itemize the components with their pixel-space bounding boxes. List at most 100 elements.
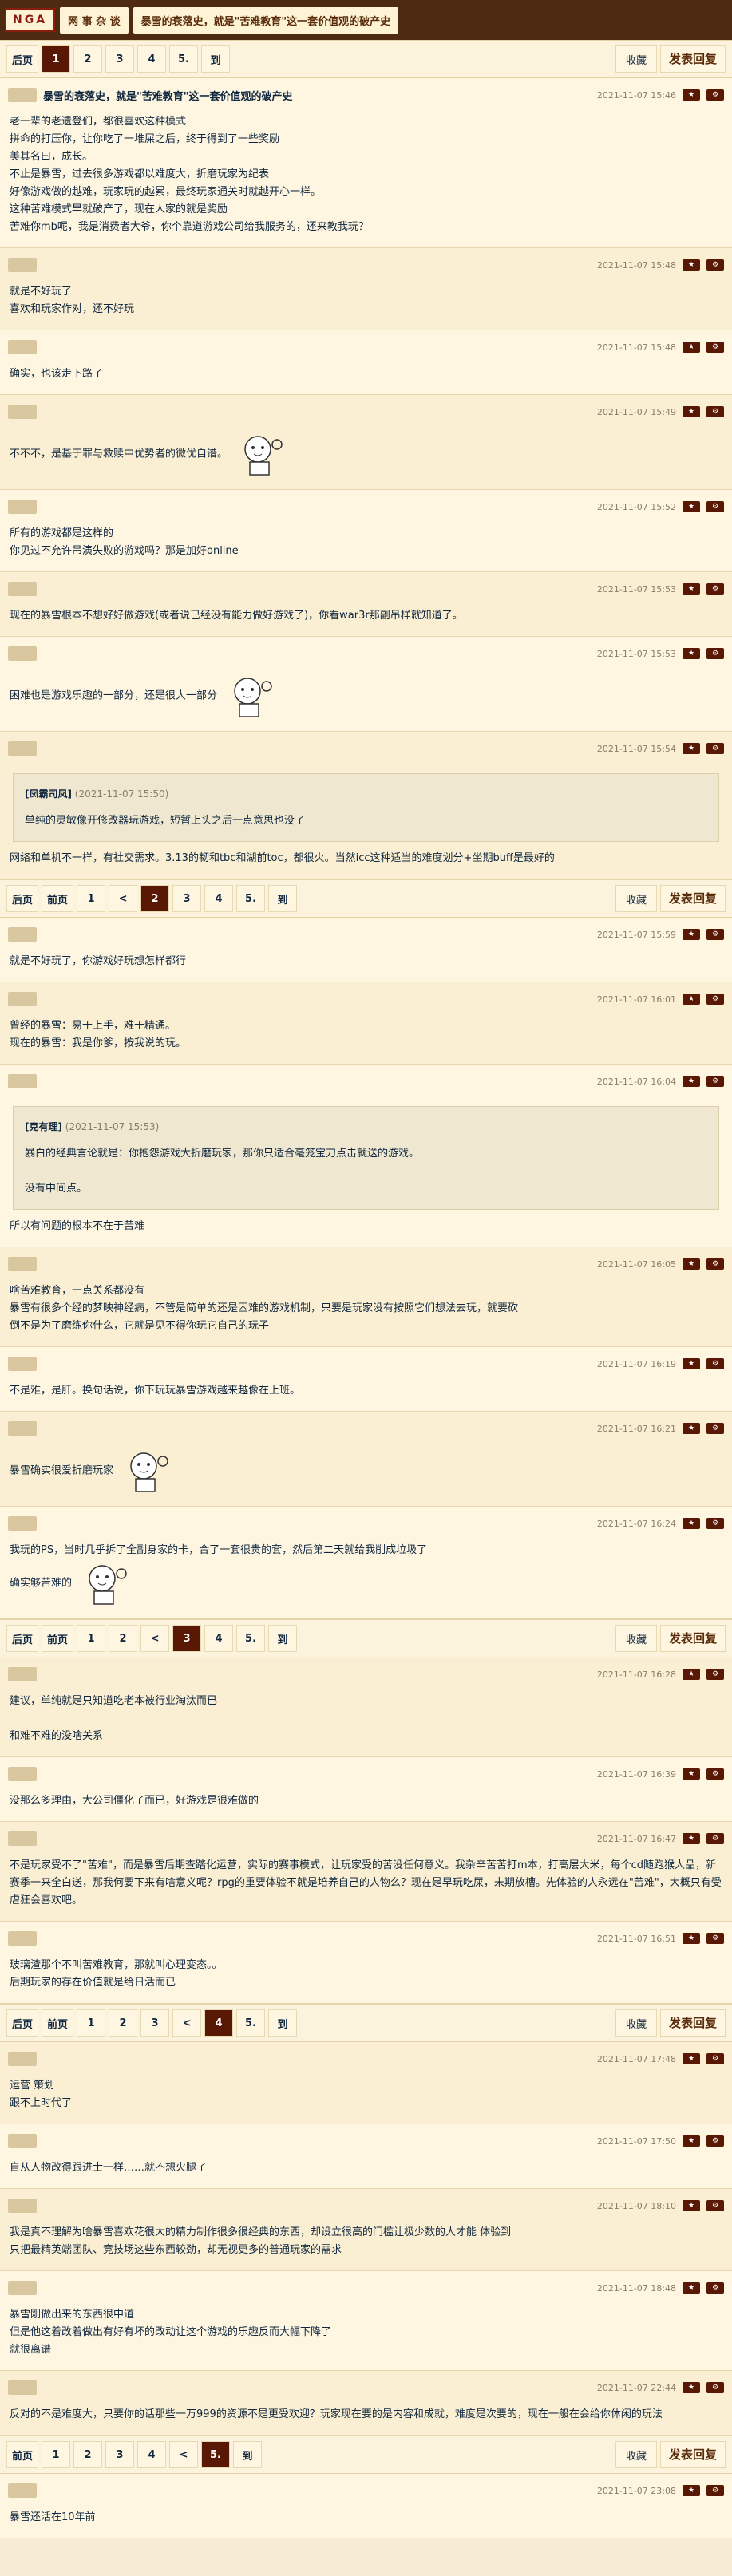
page-button[interactable]: 1 bbox=[42, 2441, 71, 2468]
page-button[interactable]: 2 bbox=[109, 1625, 138, 1652]
gear-icon[interactable]: ⚙ bbox=[706, 929, 724, 940]
star-icon[interactable]: ★ bbox=[683, 1933, 700, 1944]
gear-icon[interactable]: ⚙ bbox=[706, 1358, 724, 1369]
user-avatar[interactable] bbox=[8, 405, 37, 419]
page-button[interactable]: 3 bbox=[172, 885, 202, 912]
quote-user[interactable]: [凤霸司凤] bbox=[25, 788, 72, 800]
page-button[interactable]: 4 bbox=[204, 885, 234, 912]
nga-logo[interactable]: NGA bbox=[5, 8, 56, 32]
page-button[interactable]: 后页 bbox=[6, 1625, 39, 1652]
page-button[interactable]: 5. bbox=[236, 2009, 266, 2037]
breadcrumb-board[interactable]: 网 事 杂 谈 bbox=[60, 6, 129, 34]
star-icon[interactable]: ★ bbox=[683, 1258, 700, 1270]
page-button[interactable]: 前页 bbox=[42, 885, 74, 912]
gear-icon[interactable]: ⚙ bbox=[706, 1258, 724, 1270]
user-avatar[interactable] bbox=[8, 1931, 37, 1946]
gear-icon[interactable]: ⚙ bbox=[706, 1768, 724, 1780]
star-icon[interactable]: ★ bbox=[683, 994, 700, 1005]
page-button[interactable]: 4 bbox=[204, 1625, 234, 1652]
gear-icon[interactable]: ⚙ bbox=[706, 1076, 724, 1087]
page-button[interactable]: 1 bbox=[77, 2009, 106, 2037]
page-button[interactable]: 3 bbox=[172, 1625, 202, 1652]
post-reply-button[interactable]: 发表回复 bbox=[659, 45, 726, 73]
page-button[interactable]: 到 bbox=[268, 1625, 298, 1652]
user-avatar[interactable] bbox=[8, 741, 37, 756]
user-avatar[interactable] bbox=[8, 992, 37, 1006]
user-avatar[interactable] bbox=[8, 1667, 37, 1681]
star-icon[interactable]: ★ bbox=[683, 406, 700, 417]
page-button[interactable]: 前页 bbox=[42, 1625, 74, 1652]
gear-icon[interactable]: ⚙ bbox=[706, 994, 724, 1005]
gear-icon[interactable]: ⚙ bbox=[706, 2135, 724, 2147]
star-icon[interactable]: ★ bbox=[683, 501, 700, 512]
star-icon[interactable]: ★ bbox=[683, 2135, 700, 2147]
page-button[interactable]: 5. bbox=[169, 45, 199, 73]
page-button[interactable]: 3 bbox=[105, 2441, 135, 2468]
gear-icon[interactable]: ⚙ bbox=[706, 648, 724, 659]
gear-icon[interactable]: ⚙ bbox=[706, 583, 724, 595]
star-icon[interactable]: ★ bbox=[683, 2053, 700, 2064]
star-icon[interactable]: ★ bbox=[683, 2485, 700, 2496]
star-icon[interactable]: ★ bbox=[683, 259, 700, 271]
page-button[interactable]: 2 bbox=[73, 45, 103, 73]
user-avatar[interactable] bbox=[8, 1831, 37, 1846]
page-button[interactable]: 到 bbox=[233, 2441, 263, 2468]
page-button[interactable]: 3 bbox=[105, 45, 135, 73]
breadcrumb-thread[interactable]: 暴雪的衰落史，就是"苦难教育"这一套价值观的破产史 bbox=[133, 6, 399, 34]
user-avatar[interactable] bbox=[8, 1421, 37, 1436]
page-button[interactable]: 4 bbox=[204, 2009, 234, 2037]
page-button[interactable]: < bbox=[140, 1625, 170, 1652]
gear-icon[interactable]: ⚙ bbox=[706, 1833, 724, 1844]
gear-icon[interactable]: ⚙ bbox=[706, 2282, 724, 2294]
user-avatar[interactable] bbox=[8, 340, 37, 354]
user-avatar[interactable] bbox=[8, 582, 37, 596]
page-button[interactable]: 1 bbox=[42, 45, 71, 73]
user-avatar[interactable] bbox=[8, 1257, 37, 1271]
gear-icon[interactable]: ⚙ bbox=[706, 259, 724, 271]
page-button[interactable]: 前页 bbox=[6, 2441, 39, 2468]
user-avatar[interactable] bbox=[8, 2134, 37, 2148]
star-icon[interactable]: ★ bbox=[683, 929, 700, 940]
gear-icon[interactable]: ⚙ bbox=[706, 2382, 724, 2393]
star-icon[interactable]: ★ bbox=[683, 2200, 700, 2211]
favorite-button[interactable]: 收藏 bbox=[615, 45, 657, 73]
page-button[interactable]: 5. bbox=[236, 885, 266, 912]
page-button[interactable]: 后页 bbox=[6, 885, 39, 912]
gear-icon[interactable]: ⚙ bbox=[706, 1423, 724, 1434]
page-button[interactable]: 2 bbox=[73, 2441, 103, 2468]
user-avatar[interactable] bbox=[8, 88, 37, 102]
page-button[interactable]: 到 bbox=[201, 45, 231, 73]
page-button[interactable]: 4 bbox=[137, 2441, 167, 2468]
page-button[interactable]: 到 bbox=[268, 885, 298, 912]
page-button[interactable]: 3 bbox=[140, 2009, 170, 2037]
user-avatar[interactable] bbox=[8, 1357, 37, 1371]
star-icon[interactable]: ★ bbox=[683, 1669, 700, 1680]
user-avatar[interactable] bbox=[8, 500, 37, 514]
user-avatar[interactable] bbox=[8, 1767, 37, 1781]
favorite-button[interactable]: 收藏 bbox=[615, 2441, 657, 2468]
star-icon[interactable]: ★ bbox=[683, 1768, 700, 1780]
gear-icon[interactable]: ⚙ bbox=[706, 89, 724, 101]
page-button[interactable]: 2 bbox=[109, 2009, 138, 2037]
user-avatar[interactable] bbox=[8, 646, 37, 661]
star-icon[interactable]: ★ bbox=[683, 1076, 700, 1087]
page-button[interactable]: 1 bbox=[77, 885, 106, 912]
user-avatar[interactable] bbox=[8, 258, 37, 272]
user-avatar[interactable] bbox=[8, 2199, 37, 2213]
star-icon[interactable]: ★ bbox=[683, 1423, 700, 1434]
star-icon[interactable]: ★ bbox=[683, 743, 700, 754]
post-reply-button[interactable]: 发表回复 bbox=[659, 885, 726, 912]
page-button[interactable]: 到 bbox=[268, 2009, 298, 2037]
user-avatar[interactable] bbox=[8, 2483, 37, 2498]
star-icon[interactable]: ★ bbox=[683, 1358, 700, 1369]
page-button[interactable]: 5. bbox=[236, 1625, 266, 1652]
gear-icon[interactable]: ⚙ bbox=[706, 501, 724, 512]
user-avatar[interactable] bbox=[8, 2380, 37, 2395]
gear-icon[interactable]: ⚙ bbox=[706, 1933, 724, 1944]
star-icon[interactable]: ★ bbox=[683, 2382, 700, 2393]
page-button[interactable]: < bbox=[109, 885, 138, 912]
page-button[interactable]: 后页 bbox=[6, 2009, 39, 2037]
star-icon[interactable]: ★ bbox=[683, 342, 700, 353]
post-reply-button[interactable]: 发表回复 bbox=[659, 1625, 726, 1652]
page-button[interactable]: 1 bbox=[77, 1625, 106, 1652]
